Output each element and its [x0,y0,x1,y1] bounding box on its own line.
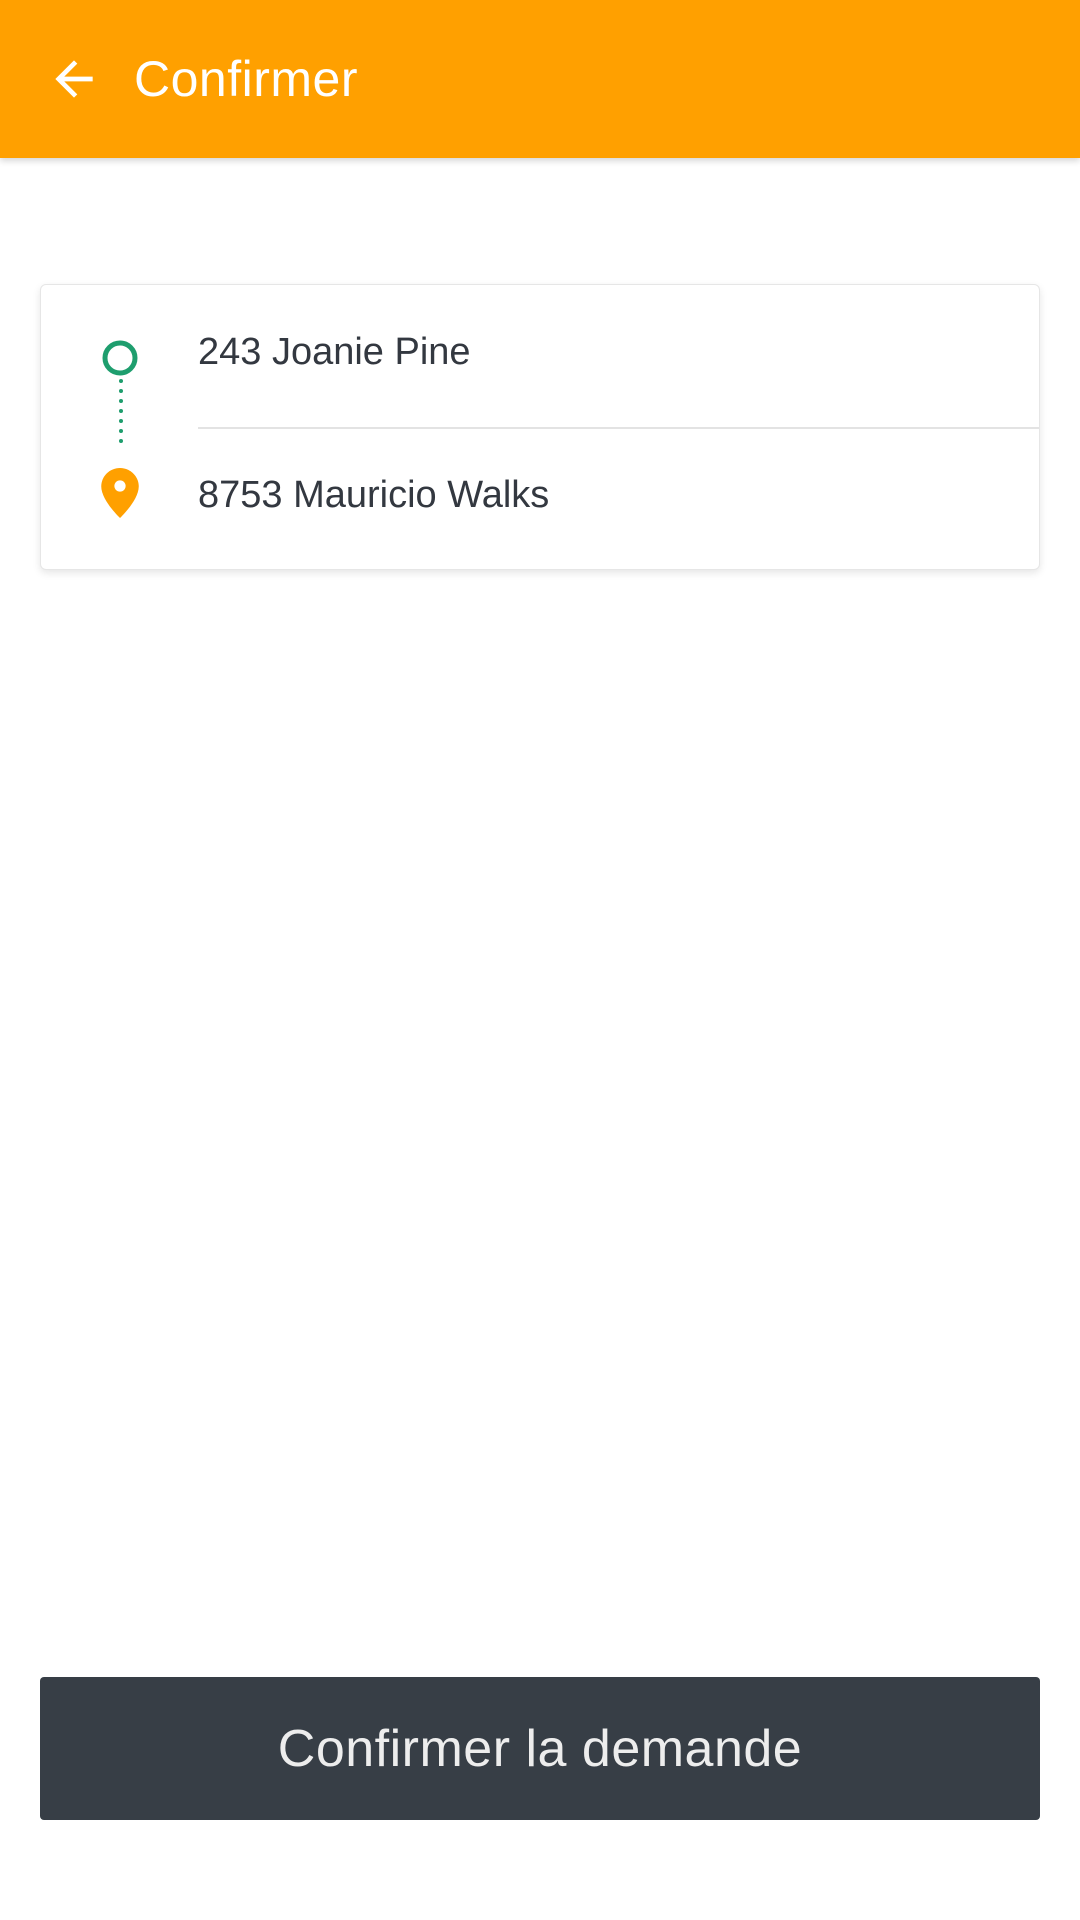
back-button[interactable] [34,39,114,119]
arrow-left-icon [55,60,93,98]
origin-address: 243 Joanie Pine [198,331,471,373]
origin-row[interactable]: 243 Joanie Pine [41,285,1039,427]
destination-pin-icon [99,468,141,518]
app-bar: Confirmer [0,0,1080,158]
destination-address: 8753 Mauricio Walks [198,474,550,516]
origin-circle-icon [99,333,141,383]
route-card: 243 Joanie Pine 8753 Mauricio Walks [40,284,1040,570]
destination-row[interactable]: 8753 Mauricio Walks [41,428,1039,570]
confirm-request-button[interactable]: Confirmer la demande [40,1677,1040,1820]
page-title: Confirmer [134,51,358,107]
